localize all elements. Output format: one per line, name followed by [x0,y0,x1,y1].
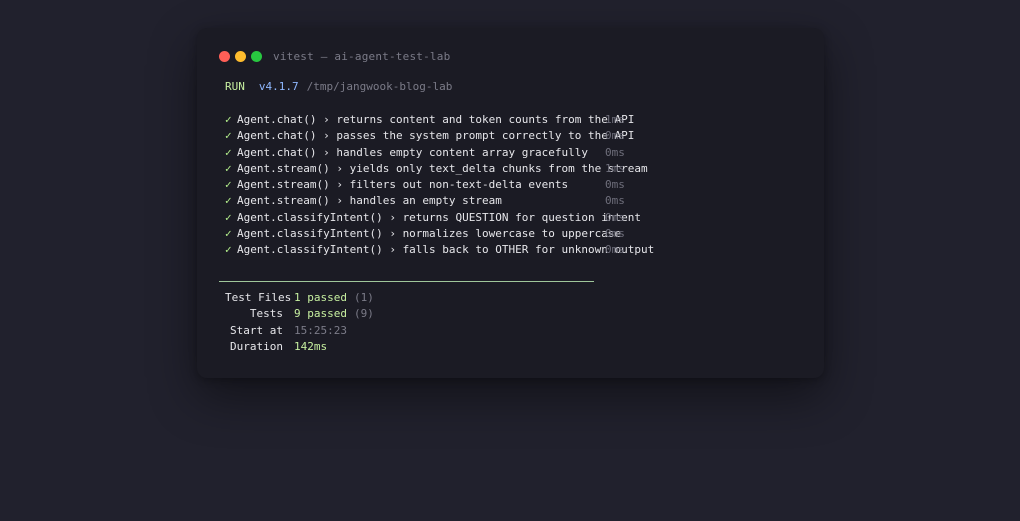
test-name: Agent.chat() › passes the system prompt … [237,129,635,143]
test-result-row: ✓ Agent.classifyIntent() › normalizes lo… [225,226,625,242]
maximize-window-button[interactable] [251,50,262,62]
check-icon: ✓ [225,129,232,143]
run-path: /tmp/jangwook-blog-lab [306,80,453,93]
test-result-row: ✓ Agent.classifyIntent() › falls back to… [225,242,655,258]
summary-label: Test Files [225,291,292,304]
test-name: Agent.stream() › filters out non-text-de… [237,178,569,191]
check-icon: ✓ [225,145,232,159]
test-result-row: ✓ Agent.classifyIntent() › returns QUEST… [225,210,641,226]
summary-value: 1 passed [294,291,347,304]
test-duration: 0ms [605,243,625,256]
summary-tests: Tests 9 passed (9) [225,306,374,322]
close-window-button[interactable] [219,50,230,62]
test-results-list: ✓ Agent.chat() › returns content and tok… [225,112,655,258]
test-name: Agent.stream() › handles an empty stream [237,194,502,208]
test-name: Agent.classifyIntent() › falls back to O… [237,243,655,256]
test-result-row: ✓ Agent.chat() › handles empty content a… [225,145,625,161]
test-duration: 0ms [605,226,625,240]
test-duration: 0ms [605,178,625,191]
test-name: Agent.classifyIntent() › normalizes lowe… [237,226,622,240]
summary-duration: Duration 142ms [225,339,374,355]
check-icon: ✓ [225,178,232,191]
titlebar: vitest — ai-agent-test-lab [219,49,451,63]
run-line: RUN v4.1.7/tmp/jangwook-blog-lab [225,80,452,93]
check-icon: ✓ [225,210,232,224]
check-icon: ✓ [225,194,232,208]
summary-start-at: Start at 15:25:23 [225,323,374,339]
test-result-row: ✓ Agent.chat() › passes the system promp… [225,128,635,144]
test-result-row: ✓ Agent.chat() › returns content and tok… [225,112,635,128]
terminal-window: vitest — ai-agent-test-lab RUN v4.1.7/tmp… [197,28,824,378]
test-duration: 0ms [605,129,625,143]
test-name: Agent.stream() › yields only text_delta … [237,161,648,175]
check-icon: ✓ [225,243,232,256]
check-icon: ✓ [225,226,232,240]
summary-count: (9) [353,307,374,321]
test-result-row: ✓ Agent.stream() › filters out non-text-… [225,177,625,193]
test-result-row: ✓ Agent.stream() › yields only text_delt… [225,161,648,177]
test-duration: 0ms [605,210,625,224]
check-icon: ✓ [225,113,232,126]
run-label: RUN [225,80,245,93]
test-duration: 1ms [605,113,625,126]
window-title: vitest — ai-agent-test-lab [273,49,451,63]
test-summary: Test Files 1 passed (1) Tests 9 passed (… [225,290,374,355]
summary-value: 9 passed [294,307,347,321]
summary-value: 15:25:23 [294,323,347,337]
summary-label: Start at [230,323,283,337]
test-result-row: ✓ Agent.stream() › handles an empty stre… [225,193,625,209]
test-name: Agent.classifyIntent() › returns QUESTIO… [237,210,641,224]
summary-label: Duration [230,339,283,353]
test-name: Agent.chat() › returns content and token… [237,113,635,126]
test-duration: 0ms [605,145,625,159]
vitest-version: v4.1.7 [258,80,299,93]
minimize-window-button[interactable] [235,50,246,62]
summary-test-files: Test Files 1 passed (1) [225,290,374,306]
test-name: Agent.chat() › handles empty content arr… [237,145,588,159]
summary-count: (1) [353,291,374,304]
summary-value: 142ms [294,339,328,353]
check-icon: ✓ [225,161,232,175]
summary-label: Tests [249,307,283,321]
test-duration: 1ms [605,161,625,175]
summary-divider [219,281,594,282]
test-duration: 0ms [605,194,625,208]
